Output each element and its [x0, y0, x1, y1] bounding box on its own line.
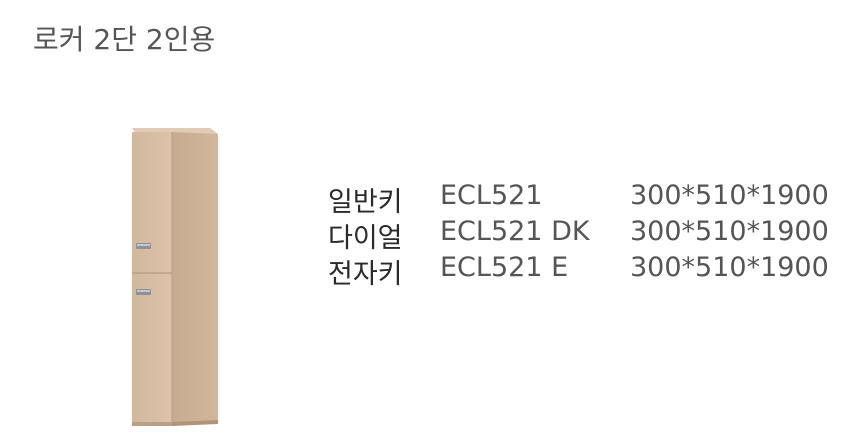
spec-lock-type: 다이얼 — [328, 223, 403, 254]
spec-dimensions: 300*510*1900 — [630, 180, 829, 211]
spec-lock-type: 일반키 — [328, 187, 403, 218]
locker-front-panel — [132, 132, 172, 424]
spec-model-code: ECL521 DK — [440, 216, 590, 247]
spec-model-code: ECL521 — [440, 180, 543, 211]
spec-dimensions: 300*510*1900 — [630, 216, 829, 247]
spec-dimensions: 300*510*1900 — [630, 252, 829, 283]
spec-model-code: ECL521 E — [440, 252, 569, 283]
spec-lock-type: 전자키 — [328, 259, 403, 290]
locker-image — [118, 122, 230, 434]
page-title: 로커 2단 2인용 — [33, 23, 216, 56]
